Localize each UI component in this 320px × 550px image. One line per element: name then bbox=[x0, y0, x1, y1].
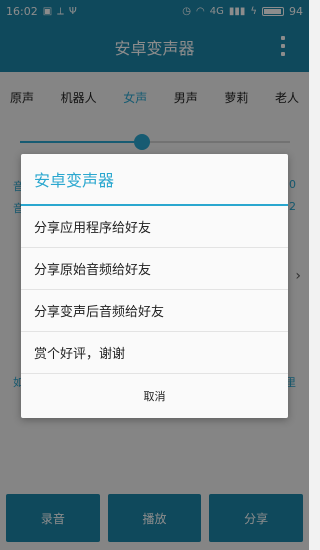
share-original-audio-option[interactable]: 分享原始音频给好友 bbox=[21, 248, 288, 290]
cancel-button[interactable]: 取消 bbox=[21, 374, 288, 418]
rate-app-option[interactable]: 赏个好评，谢谢 bbox=[21, 332, 288, 374]
share-modified-audio-option[interactable]: 分享变声后音频给好友 bbox=[21, 290, 288, 332]
share-app-option[interactable]: 分享应用程序给好友 bbox=[21, 206, 288, 248]
dialog-title: 安卓变声器 bbox=[21, 154, 288, 206]
share-dialog: 安卓变声器 分享应用程序给好友 分享原始音频给好友 分享变声后音频给好友 赏个好… bbox=[21, 154, 288, 418]
